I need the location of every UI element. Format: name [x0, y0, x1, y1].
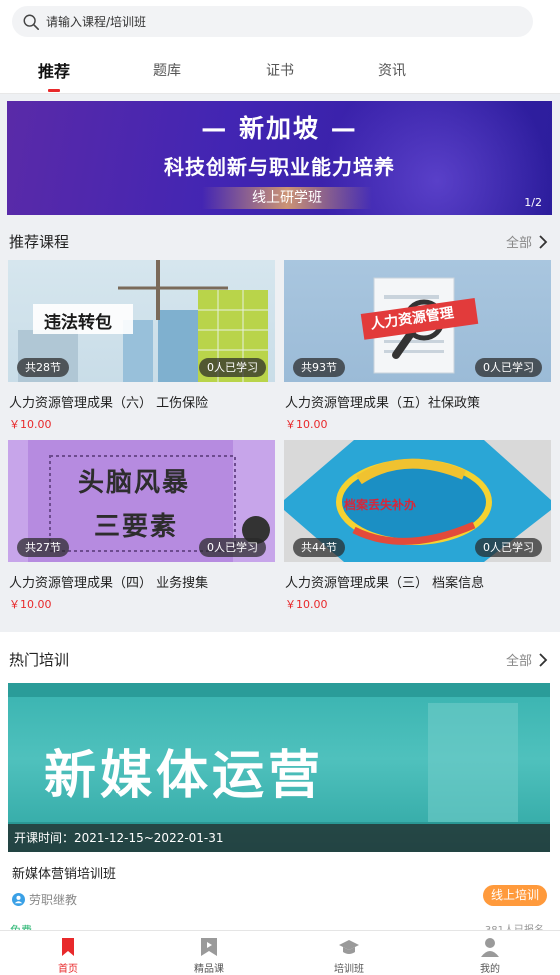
search-input[interactable]: [46, 14, 486, 29]
search-icon: [23, 14, 40, 30]
course-card[interactable]: 头脑风暴 三要素 共27节 0人已学习 人力资源管理成果（四） 业务搜集 ￥10…: [8, 440, 275, 620]
tabbar-item-profile[interactable]: 我的: [450, 931, 530, 975]
lesson-count-badge: 共93节: [293, 358, 345, 377]
course-thumbnail: 头脑风暴 三要素 共27节 0人已学习: [8, 440, 275, 562]
tab-question-bank[interactable]: 题库: [153, 60, 181, 80]
course-thumb-text: 违法转包: [44, 313, 112, 333]
learners-badge: 0人已学习: [475, 358, 542, 377]
course-card[interactable]: 档案丢失补办 共44节 0人已学习 人力资源管理成果（三） 档案信息 ￥10.0…: [284, 440, 551, 620]
hot-more-label: 全部: [505, 654, 532, 669]
tabbar-item-home[interactable]: 首页: [28, 931, 108, 975]
tab-news[interactable]: 资讯: [378, 60, 406, 80]
promo-banner[interactable]: — 新加坡 — 科技创新与职业能力培养 线上研学班 1/2: [7, 101, 552, 215]
course-card[interactable]: 人力资源管理 共93节 0人已学习 人力资源管理成果（五）社保政策 ￥10.00: [284, 260, 551, 440]
hot-more-link[interactable]: 全部: [506, 650, 548, 669]
course-price: ￥10.00: [9, 418, 52, 431]
training-org: 劳职继教: [12, 891, 77, 908]
hot-section-title: 热门培训: [9, 651, 70, 669]
tab-recommend[interactable]: 推荐: [38, 58, 70, 82]
course-thumbnail: 档案丢失补办 共44节 0人已学习: [284, 440, 551, 562]
course-title: 人力资源管理成果（六） 工伤保险: [9, 396, 209, 411]
tabbar-label: 培训班: [334, 964, 364, 975]
course-card[interactable]: 违法转包 共28节 0人已学习 人力资源管理成果（六） 工伤保险 ￥10.00: [8, 260, 275, 440]
banner-pill: 线上研学班: [202, 187, 372, 209]
search-bar: [0, 0, 560, 46]
chevron-right-icon: [539, 652, 548, 667]
recommend-section-title: 推荐课程: [9, 233, 70, 251]
tabbar-item-premium-courses[interactable]: 精品课: [169, 931, 249, 975]
tabbar-label: 我的: [480, 964, 500, 975]
training-org-label: 劳职继教: [29, 893, 78, 907]
course-thumb-text: 头脑风暴: [78, 468, 191, 498]
tabbar-label: 精品课: [194, 964, 224, 975]
recommend-more-link[interactable]: 全部: [506, 232, 548, 251]
course-thumbnail: 违法转包 共28节 0人已学习: [8, 260, 275, 382]
course-title: 人力资源管理成果（四） 业务搜集: [9, 576, 209, 591]
course-price: ￥10.00: [285, 418, 328, 431]
play-flag-icon: [201, 938, 217, 956]
bottom-tab-bar: 首页 精品课 培训班 我的: [0, 930, 560, 975]
banner-title: — 新加坡 —: [201, 114, 358, 143]
tabbar-item-training[interactable]: 培训班: [309, 931, 389, 975]
training-time: 开课时间：2021-12-15~2022-01-31: [14, 831, 224, 845]
training-cover-image[interactable]: 新媒体运营 开课时间：2021-12-15~2022-01-31: [8, 683, 550, 852]
learners-badge: 0人已学习: [199, 358, 266, 377]
training-name[interactable]: 新媒体营销培训班: [12, 863, 116, 882]
org-icon: [12, 893, 25, 906]
bookmark-icon: [62, 938, 74, 956]
active-tab-indicator: [48, 89, 60, 92]
training-type-tag: 线上培训: [483, 885, 548, 906]
course-title: 人力资源管理成果（三） 档案信息: [285, 576, 485, 591]
category-tabs: 推荐 题库 证书 资讯: [0, 46, 560, 94]
search-box[interactable]: [12, 6, 533, 37]
training-cover-text: 新媒体运营: [44, 746, 325, 806]
banner-subtitle: 科技创新与职业能力培养: [164, 155, 395, 179]
hot-section-header: 热门培训 全部: [0, 637, 560, 679]
recommend-section-header: 推荐课程 全部: [0, 219, 560, 261]
tabbar-label: 首页: [58, 964, 78, 975]
course-price: ￥10.00: [9, 598, 52, 611]
tab-certificate[interactable]: 证书: [266, 60, 294, 80]
course-thumb-text: 档案丢失补办: [344, 498, 417, 512]
recommend-more-label: 全部: [505, 236, 532, 251]
person-icon: [481, 938, 499, 957]
course-thumb-text-line2: 三要素: [94, 512, 179, 542]
lesson-count-badge: 共28节: [17, 358, 69, 377]
banner-page-indicator: 1/2: [524, 196, 542, 209]
lesson-count-badge: 共27节: [17, 538, 69, 557]
lesson-count-badge: 共44节: [293, 538, 345, 557]
learners-badge: 0人已学习: [199, 538, 266, 557]
graduation-cap-icon: [339, 940, 359, 954]
learners-badge: 0人已学习: [475, 538, 542, 557]
course-title: 人力资源管理成果（五）社保政策: [285, 396, 481, 411]
course-thumbnail: 人力资源管理 共93节 0人已学习: [284, 260, 551, 382]
course-price: ￥10.00: [285, 598, 328, 611]
chevron-right-icon: [539, 234, 548, 249]
